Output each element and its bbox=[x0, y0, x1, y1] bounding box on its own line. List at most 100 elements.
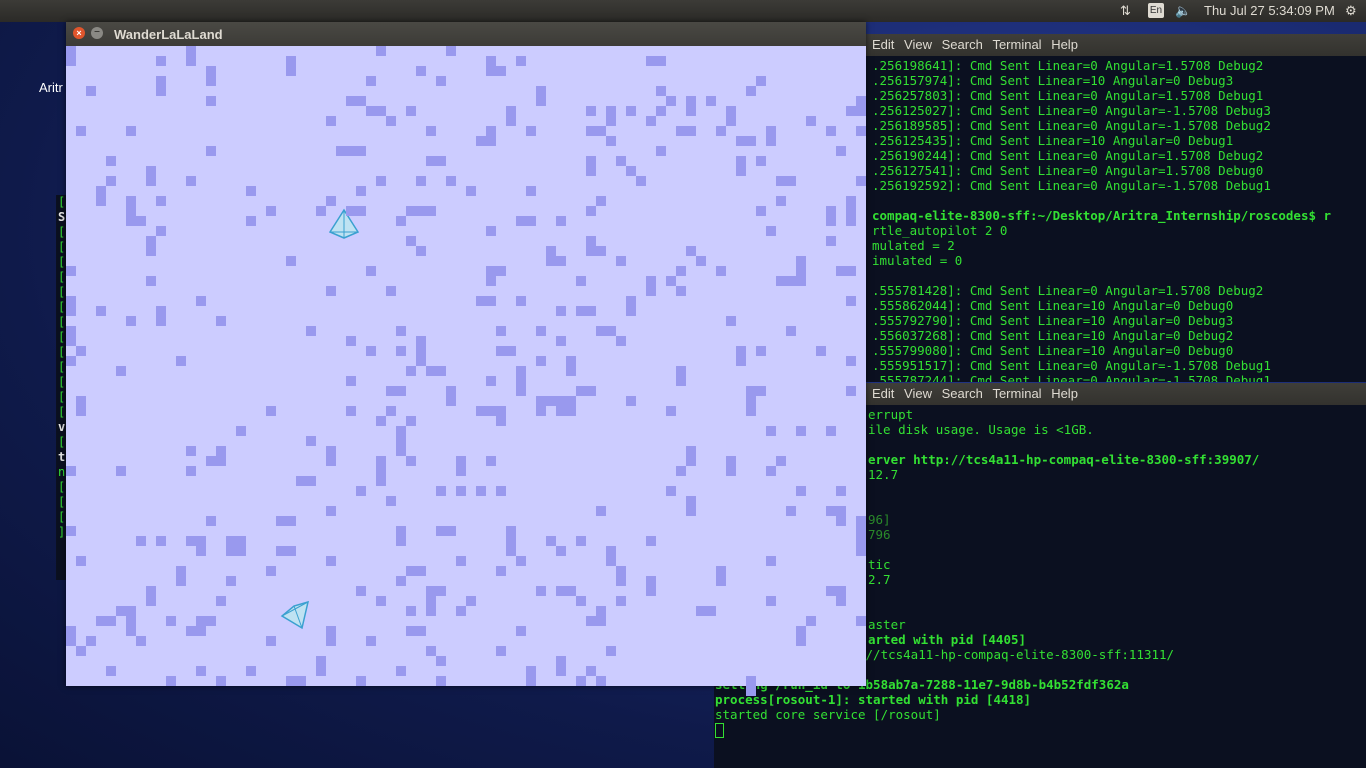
obstacle-cell bbox=[426, 156, 446, 166]
obstacle-cell bbox=[536, 586, 546, 596]
obstacle-cell bbox=[406, 106, 416, 116]
terminal-output[interactable]: .256198641]: Cmd Sent Linear=0 Angular=1… bbox=[866, 56, 1366, 382]
menu-edit[interactable]: Edit bbox=[872, 37, 894, 52]
obstacle-cell bbox=[406, 206, 416, 216]
window-titlebar[interactable]: × – WanderLaLaLand bbox=[66, 22, 866, 46]
obstacle-cell bbox=[396, 526, 406, 546]
menu-search[interactable]: Search bbox=[942, 386, 983, 401]
obstacle-cell bbox=[646, 536, 656, 546]
obstacle-cell bbox=[606, 546, 616, 566]
close-button[interactable]: × bbox=[73, 27, 85, 39]
menu-help[interactable]: Help bbox=[1051, 37, 1078, 52]
obstacle-cell bbox=[576, 276, 586, 286]
obstacle-cell bbox=[396, 666, 406, 676]
obstacle-cell bbox=[766, 226, 776, 236]
obstacle-cell bbox=[756, 76, 766, 86]
obstacle-cell bbox=[836, 506, 846, 526]
obstacle-cell bbox=[486, 406, 496, 416]
keyboard-layout-indicator[interactable]: En bbox=[1148, 3, 1164, 18]
terminal-line: compaq-elite-8300-sff:~/Desktop/Aritra_I… bbox=[872, 208, 1332, 223]
obstacle-cell bbox=[556, 396, 566, 416]
menu-view[interactable]: View bbox=[904, 386, 932, 401]
minimize-button[interactable]: – bbox=[91, 27, 103, 39]
clock[interactable]: Thu Jul 27 5:34:09 PM bbox=[1204, 3, 1335, 18]
obstacle-cell bbox=[826, 506, 836, 516]
obstacle-cell bbox=[706, 96, 716, 106]
desktop-icon-label[interactable]: Aritr bbox=[39, 80, 63, 95]
obstacle-cell bbox=[156, 306, 166, 326]
obstacle-cell bbox=[226, 536, 236, 556]
top-panel: ⇅ En 🔈 Thu Jul 27 5:34:09 PM ⚙ bbox=[0, 0, 1366, 22]
obstacle-cell bbox=[306, 326, 316, 336]
obstacle-cell bbox=[666, 96, 676, 106]
obstacle-cell bbox=[156, 196, 166, 206]
obstacle-cell bbox=[516, 296, 526, 306]
obstacle-cell bbox=[266, 406, 276, 416]
obstacle-cell bbox=[416, 346, 426, 356]
obstacle-cell bbox=[246, 186, 256, 196]
obstacle-cell bbox=[316, 656, 326, 676]
obstacle-cell bbox=[586, 156, 596, 176]
obstacle-cell bbox=[146, 276, 156, 286]
obstacle-cell bbox=[846, 106, 856, 116]
obstacle-cell bbox=[366, 636, 376, 646]
obstacle-cell bbox=[406, 236, 416, 246]
obstacle-cell bbox=[556, 336, 566, 346]
terminal-line: 2.7 bbox=[868, 572, 891, 587]
menu-search[interactable]: Search bbox=[942, 37, 983, 52]
obstacle-cell bbox=[726, 456, 736, 476]
obstacle-cell bbox=[856, 96, 866, 116]
menu-help[interactable]: Help bbox=[1051, 386, 1078, 401]
network-icon[interactable]: ⇅ bbox=[1120, 3, 1131, 19]
obstacle-cell bbox=[406, 416, 416, 426]
obstacle-cell bbox=[856, 616, 866, 626]
terminal-line: ile disk usage. Usage is <1GB. bbox=[868, 422, 1094, 437]
obstacle-cell bbox=[106, 176, 116, 186]
menu-view[interactable]: View bbox=[904, 37, 932, 52]
obstacle-cell bbox=[156, 226, 166, 236]
settings-gear-icon[interactable]: ⚙ bbox=[1345, 3, 1357, 19]
obstacle-cell bbox=[656, 146, 666, 156]
obstacle-cell bbox=[126, 316, 136, 326]
obstacle-cell bbox=[836, 146, 846, 156]
obstacle-cell bbox=[156, 56, 166, 66]
volume-icon[interactable]: 🔈 bbox=[1175, 3, 1191, 19]
obstacle-cell bbox=[676, 366, 686, 386]
menu-terminal[interactable]: Terminal bbox=[992, 37, 1041, 52]
obstacle-cell bbox=[586, 106, 596, 116]
obstacle-cell bbox=[526, 676, 536, 686]
obstacle-cell bbox=[686, 456, 696, 466]
terminal-line: started core service [/rosout] bbox=[715, 707, 941, 722]
obstacle-cell bbox=[66, 306, 76, 316]
terminal-line: .256125027]: Cmd Sent Linear=0 Angular=-… bbox=[872, 103, 1271, 118]
obstacle-cell bbox=[546, 246, 556, 266]
obstacle-cell bbox=[766, 466, 776, 476]
obstacle-cell bbox=[616, 336, 626, 346]
obstacle-cell bbox=[566, 586, 576, 596]
obstacle-cell bbox=[846, 266, 856, 276]
obstacle-cell bbox=[676, 286, 686, 296]
obstacle-cell bbox=[556, 256, 566, 266]
obstacle-cell bbox=[526, 186, 536, 196]
terminal-line: .555792790]: Cmd Sent Linear=10 Angular=… bbox=[872, 313, 1234, 328]
obstacle-cell bbox=[346, 336, 356, 346]
obstacle-cell bbox=[326, 626, 336, 646]
obstacle-cell bbox=[716, 576, 726, 586]
turtlesim-window[interactable]: × – WanderLaLaLand bbox=[66, 22, 866, 696]
obstacle-cell bbox=[786, 276, 796, 286]
obstacle-cell bbox=[616, 566, 626, 576]
menu-terminal[interactable]: Terminal bbox=[992, 386, 1041, 401]
terminal-window-top[interactable]: Edit View Search Terminal Help .25619864… bbox=[866, 34, 1366, 382]
obstacle-cell bbox=[66, 626, 76, 636]
obstacle-cell bbox=[686, 446, 696, 456]
menu-edit[interactable]: Edit bbox=[872, 386, 894, 401]
terminal-line: .555951517]: Cmd Sent Linear=0 Angular=-… bbox=[872, 358, 1271, 373]
turtlesim-canvas[interactable] bbox=[66, 46, 866, 696]
terminal-line: erver http://tcs4a11-hp-compaq-elite-830… bbox=[868, 452, 1260, 467]
obstacle-cell bbox=[766, 556, 776, 566]
obstacle-cell bbox=[386, 286, 396, 296]
